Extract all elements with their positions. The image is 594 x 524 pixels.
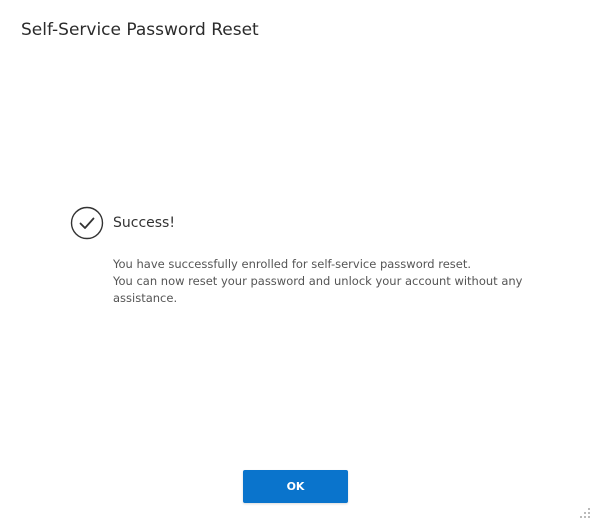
- success-message-line-2: You can now reset your password and unlo…: [113, 274, 523, 305]
- ok-button[interactable]: OK: [243, 470, 348, 503]
- resize-grip-icon[interactable]: [579, 507, 591, 519]
- success-message: You have successfully enrolled for self-…: [113, 256, 523, 307]
- success-heading: Success!: [113, 215, 175, 231]
- success-message-line-1: You have successfully enrolled for self-…: [113, 257, 471, 271]
- password-reset-dialog: Self-Service Password Reset Success! You…: [0, 0, 594, 524]
- dialog-title: Self-Service Password Reset: [21, 20, 259, 40]
- checkmark-circle-icon: [70, 206, 104, 240]
